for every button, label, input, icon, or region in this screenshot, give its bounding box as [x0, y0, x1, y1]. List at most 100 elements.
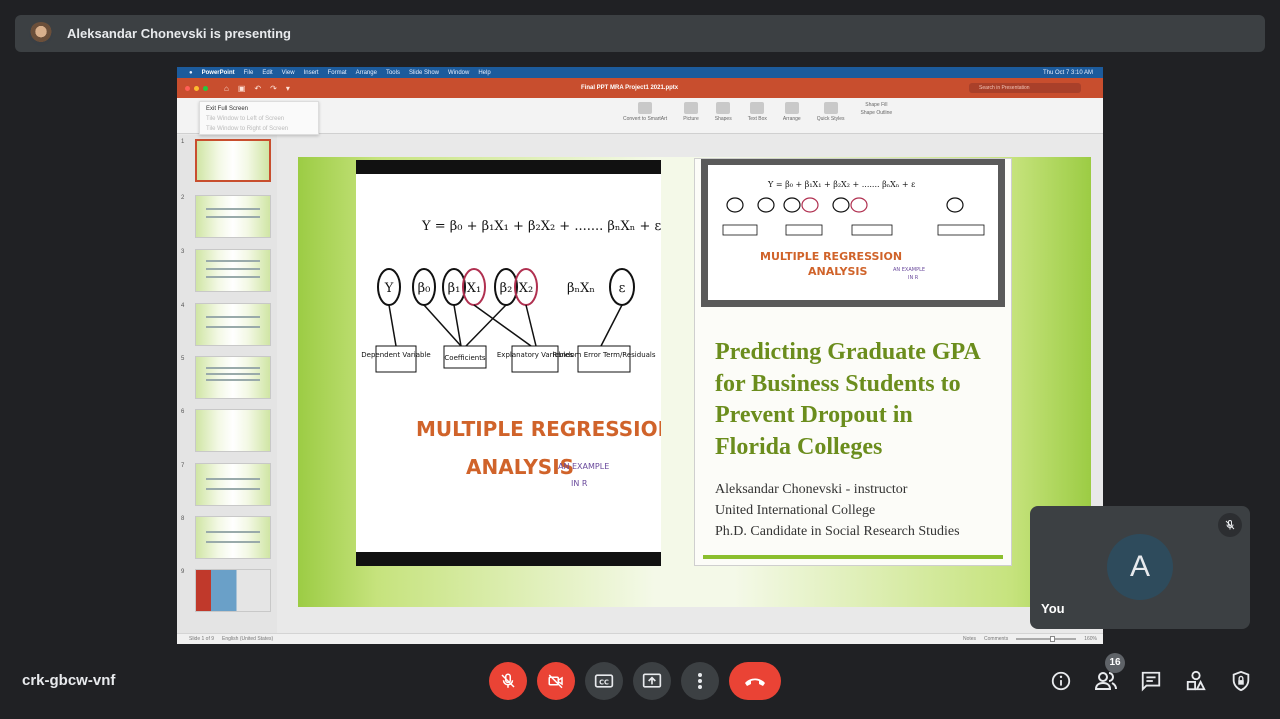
menu-window: Window	[448, 69, 470, 76]
chevron-down-icon: ▾	[285, 83, 290, 93]
svg-text:X₂: X₂	[519, 281, 533, 296]
mra-banner-image: Y = β₀ + β₁X₁ + β₂X₂ + ....... βₙXₙ + ε …	[701, 159, 1005, 307]
redo-icon: ↷	[270, 83, 277, 93]
menu-tile-right: Tile Window to Right of Screen	[206, 126, 289, 132]
ribbon-quick-styles: Quick Styles	[817, 102, 845, 122]
presenter-avatar	[29, 21, 53, 46]
call-controls: CC	[489, 662, 781, 700]
label-coefficients: Coefficients	[444, 354, 486, 362]
thumb-number: 1	[181, 139, 185, 145]
ribbon-shapes: Shapes	[715, 102, 732, 122]
svg-text:β₁: β₁	[448, 281, 461, 296]
host-controls-icon	[1232, 670, 1250, 692]
presenting-text: Aleksandar Chonevski is presenting	[67, 26, 291, 41]
status-zoom: 160%	[1084, 636, 1097, 642]
title-panel: Y = β₀ + β₁X₁ + β₂X₂ + ....... βₙXₙ + ε …	[694, 158, 1012, 566]
slide-thumbnails: 1 2 3 4 5 6 7 8 9	[177, 135, 277, 633]
present-now-button[interactable]	[633, 662, 671, 700]
zoom-slider	[1016, 636, 1077, 642]
captions-icon: CC	[594, 674, 614, 688]
participants-count-badge: 16	[1105, 653, 1125, 673]
mra-note1: AN EXAMPLE	[558, 462, 609, 471]
menu-slide-show: Slide Show	[408, 69, 439, 76]
people-button[interactable]: 16	[1091, 653, 1125, 696]
shared-screen: ● PowerPoint File Edit View Insert Forma…	[177, 67, 1103, 644]
activities-icon	[1186, 670, 1206, 691]
equation-text: Y = β₀ + β₁X₁ + β₂X₂ + ....... βₙXₙ + ε	[421, 219, 661, 234]
side-panel-controls: 16	[1046, 653, 1256, 696]
document-title: Final PPT MRA Project1 2021.pptx	[581, 85, 679, 91]
meeting-code: crk-gbcw-vnf	[22, 672, 116, 689]
view-dropdown-menu: Exit Full Screen Tile Window to Left of …	[199, 101, 319, 135]
menu-edit: Edit	[262, 69, 273, 76]
chat-button[interactable]	[1136, 666, 1166, 696]
undo-icon: ↶	[254, 83, 262, 93]
thumb-number: 6	[181, 409, 185, 415]
thumb-number: 5	[181, 356, 185, 362]
label-random-error: Random Error Term/Residuals	[552, 351, 655, 359]
thumb-number: 7	[181, 463, 185, 469]
status-language: English (United States)	[222, 636, 274, 642]
svg-text:βₙXₙ: βₙXₙ	[567, 281, 595, 296]
green-divider	[703, 555, 1003, 559]
quick-access-toolbar: ⌂ ▣ ↶ ↷ ▾	[224, 84, 290, 93]
regression-diagram-image: Y = β₀ + β₁X₁ + β₂X₂ + ....... βₙXₙ + ε …	[356, 160, 674, 566]
svg-text:CC: CC	[599, 678, 609, 686]
svg-text:ε: ε	[619, 281, 626, 296]
slide-title: Predicting Graduate GPA for Business Stu…	[715, 339, 981, 460]
camera-toggle-button[interactable]	[537, 662, 575, 700]
more-options-icon	[698, 673, 702, 689]
menu-insert: Insert	[303, 69, 319, 76]
ppt-statusbar: Slide 1 of 9 English (United States) Not…	[177, 633, 1103, 644]
slide-thumbnail-6	[195, 409, 271, 452]
slide-thumbnail-9	[195, 569, 271, 612]
menubar-clock: Thu Oct 7 3:10 AM	[1042, 69, 1093, 76]
ribbon-arrange: Arrange	[783, 102, 801, 122]
svg-text:Y: Y	[384, 281, 394, 296]
slide-thumbnail-7	[195, 463, 271, 506]
menu-view: View	[281, 69, 295, 76]
svg-text:Y = β₀ + β₁X₁ + β₂X₂ + .......: Y = β₀ + β₁X₁ + β₂X₂ + ....... βₙXₙ + ε	[767, 180, 915, 189]
presenting-banner: Aleksandar Chonevski is presenting	[15, 15, 1265, 52]
thumb-number: 2	[181, 195, 185, 201]
slide-thumbnail-4	[195, 303, 271, 346]
menu-tools: Tools	[385, 69, 400, 76]
slide-thumbnail-3	[195, 249, 271, 292]
svg-text:MULTIPLE REGRESSION: MULTIPLE REGRESSION	[760, 250, 902, 263]
ribbon-textbox: Text Box	[748, 102, 767, 122]
status-slide-count: Slide 1 of 9	[189, 636, 215, 642]
host-controls-button[interactable]	[1226, 666, 1256, 696]
end-call-icon	[745, 678, 765, 686]
ribbon-tools: Convert to SmartArt Picture Shapes Text …	[623, 102, 892, 122]
present-icon	[642, 673, 662, 688]
mic-toggle-button[interactable]	[489, 662, 527, 700]
thumb-number: 3	[181, 249, 185, 255]
status-notes: Notes	[962, 636, 977, 642]
menu-tile-left: Tile Window to Left of Screen	[206, 116, 285, 122]
captions-button[interactable]: CC	[585, 662, 623, 700]
mic-muted-icon	[1218, 513, 1242, 537]
thumb-number: 8	[181, 516, 185, 522]
svg-text:β₂: β₂	[500, 281, 513, 296]
menu-arrange: Arrange	[355, 69, 377, 76]
self-video-tile[interactable]: A You	[1030, 506, 1250, 629]
slide-subtitle: Aleksandar Chonevski - instructor United…	[715, 482, 960, 539]
more-options-button[interactable]	[681, 662, 719, 700]
thumb-number: 4	[181, 303, 185, 309]
slide-thumbnail-8	[195, 516, 271, 559]
menu-file: File	[243, 69, 254, 76]
meeting-details-button[interactable]	[1046, 666, 1076, 696]
svg-text:ANALYSIS: ANALYSIS	[808, 265, 868, 278]
mic-off-icon	[501, 673, 515, 688]
label-dependent: Dependent Variable	[361, 351, 430, 359]
leave-call-button[interactable]	[729, 662, 781, 700]
mra-note2: IN R	[571, 479, 588, 488]
people-icon	[1094, 672, 1117, 690]
ppt-search: Search in Presentation	[969, 83, 1081, 93]
menu-exit-full-screen: Exit Full Screen	[206, 106, 249, 112]
mra-line1: MULTIPLE REGRESSION	[416, 417, 661, 441]
slide-thumbnail-5	[195, 356, 271, 399]
menu-app-name: PowerPoint	[201, 69, 235, 76]
slide-thumbnail-1	[195, 139, 271, 182]
activities-button[interactable]	[1181, 666, 1211, 696]
